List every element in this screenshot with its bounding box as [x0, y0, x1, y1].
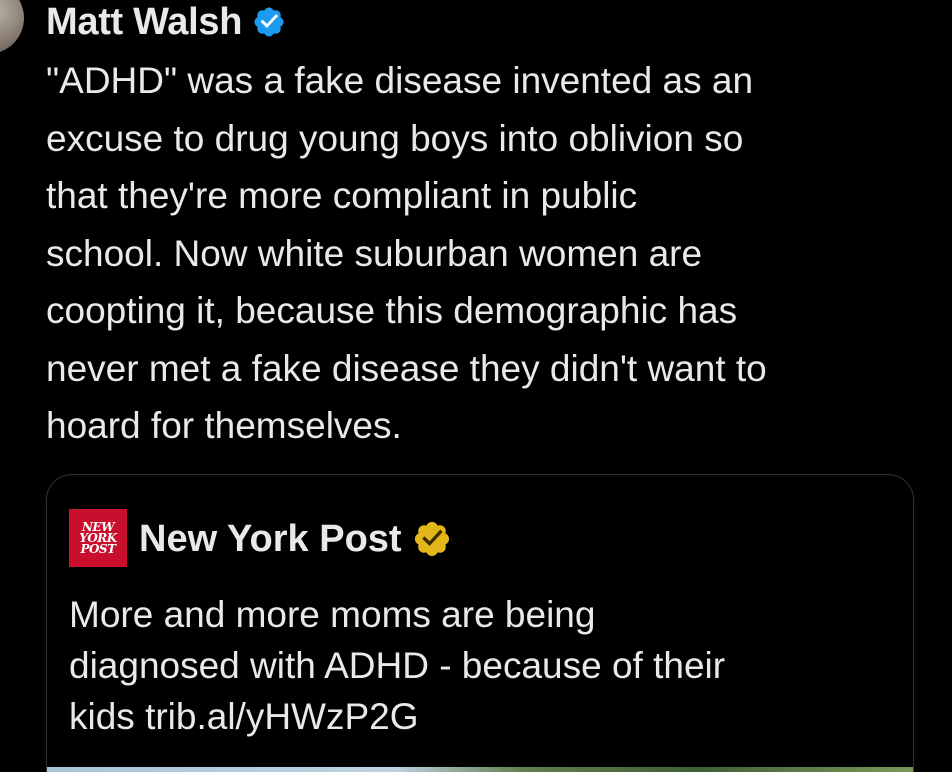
verified-blue-badge-icon [254, 7, 284, 37]
author-row: Matt Walsh [46, 0, 286, 44]
quote-media-preview[interactable] [47, 767, 913, 772]
avatar[interactable] [0, 0, 24, 54]
quote-text: More and more moms are being diagnosed w… [69, 594, 726, 737]
quote-author-name[interactable]: New York Post [139, 518, 402, 561]
redaction-bar [345, 2, 905, 42]
logo-line-3: POST [80, 541, 116, 556]
quote-author-row: New York Post [139, 515, 452, 563]
verified-gold-badge-icon [414, 521, 449, 557]
quote-tweet-card[interactable]: NEW YORK POST New York Post More and mor… [46, 474, 914, 772]
tweet-text: "ADHD" was a fake disease invented as an… [46, 60, 767, 446]
new-york-post-logo[interactable]: NEW YORK POST [69, 509, 127, 567]
tweet-page: Matt Walsh "ADHD" was a fake disease inv… [0, 0, 952, 772]
redaction-bar [532, 513, 892, 557]
author-name[interactable]: Matt Walsh [46, 1, 242, 44]
